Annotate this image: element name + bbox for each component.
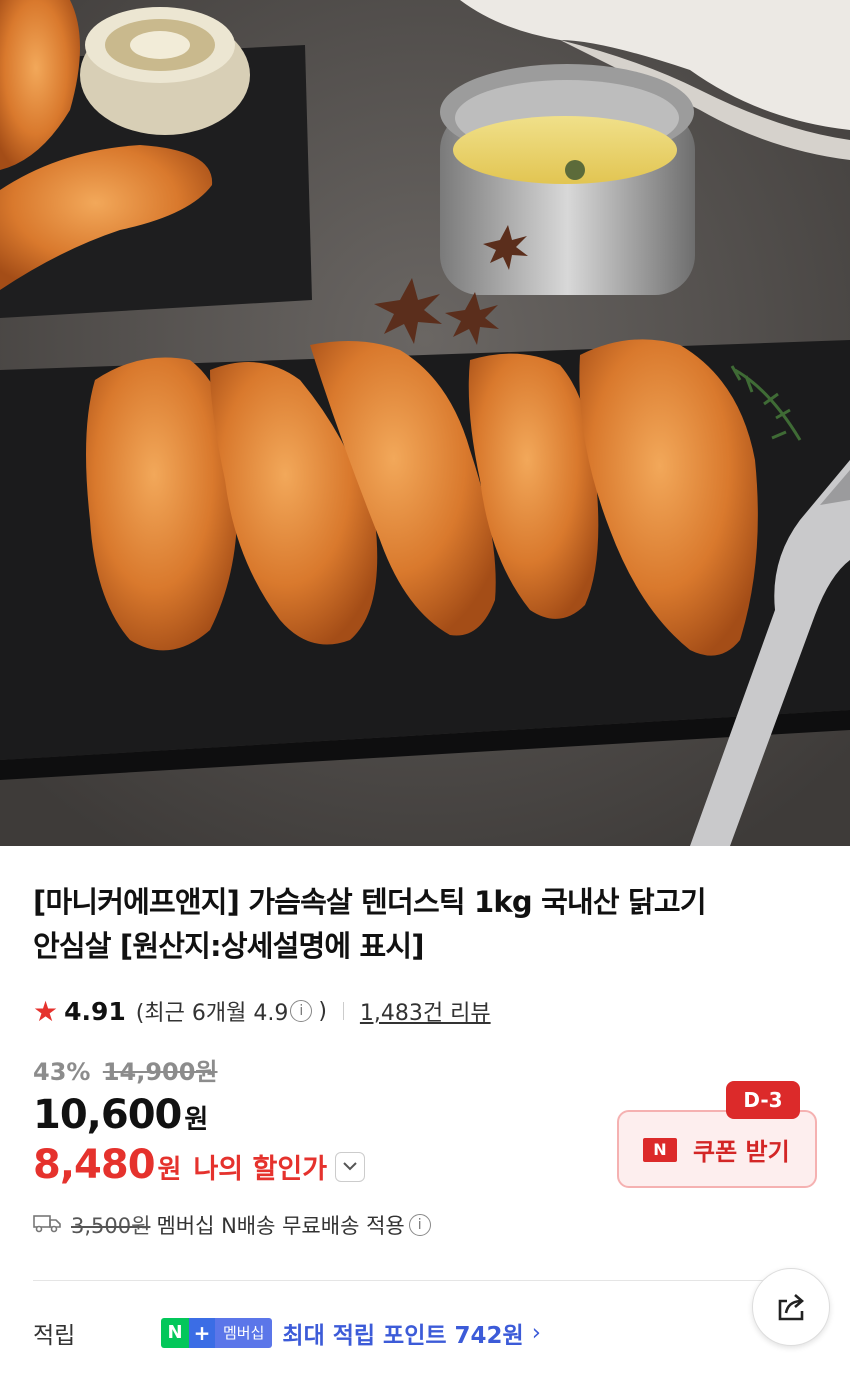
info-icon[interactable]: i (408, 1214, 431, 1236)
shipping-text: 멤버십 N배송 무료배송 적용 (156, 1214, 405, 1238)
rating-score: 4.91 (64, 996, 126, 1026)
shipping-row: 3,500원 멤버십 N배송 무료배송 적용 i (33, 1210, 431, 1240)
coupon-button[interactable]: N 쿠폰 받기 (617, 1110, 817, 1188)
membership-label: 멤버십 (215, 1318, 273, 1348)
rating-row: ★ 4.91 (최근 6개월 4.9 i ) 1,483건 리뷰 (33, 993, 491, 1029)
sale-price: 10,600 (33, 1092, 182, 1138)
points-label: 적립 (33, 1323, 76, 1349)
rating-recent: (최근 6개월 4.9 (135, 1001, 289, 1026)
info-icon[interactable]: i (290, 1000, 313, 1022)
original-price: 14,900원 (102, 1058, 218, 1086)
sale-price-unit: 원 (184, 1105, 209, 1135)
naver-n-icon: N (643, 1138, 677, 1162)
divider (342, 1002, 344, 1020)
share-icon (778, 1294, 804, 1321)
naver-n-icon: N (161, 1318, 189, 1348)
price-row: 10,600 원 (33, 1092, 208, 1138)
discount-percent: 43% (33, 1058, 91, 1086)
max-points-text: 최대 적립 포인트 742원 (282, 1323, 524, 1349)
section-divider (33, 1280, 793, 1281)
product-image[interactable] (0, 0, 850, 846)
review-count-link[interactable]: 1,483건 리뷰 (360, 995, 491, 1027)
product-title-line-1: [마니커에프앤지] 가슴속살 텐더스틱 1kg 국내산 닭고기 (33, 885, 707, 919)
my-price-row[interactable]: 8,480 원 나의 할인가 (33, 1142, 366, 1188)
rating-recent-close: ) (318, 998, 327, 1024)
share-button[interactable] (752, 1268, 830, 1346)
chevron-right-icon: › (531, 1320, 541, 1346)
my-price-unit: 원 (157, 1155, 182, 1185)
shipping-fee: 3,500원 (71, 1214, 151, 1238)
truck-icon (33, 1213, 61, 1238)
naver-plus-membership-badge: N + 멤버십 (161, 1318, 273, 1348)
my-price-label: 나의 할인가 (193, 1154, 328, 1185)
star-icon: ★ (33, 994, 59, 1028)
coupon-label: 쿠폰 받기 (693, 1138, 790, 1166)
points-row[interactable]: 적립 N + 멤버십 최대 적립 포인트 742원 › (33, 1316, 541, 1350)
discount-row: 43% 14,900원 (33, 1052, 218, 1087)
plus-icon: + (189, 1318, 215, 1348)
product-title-line-2: 안심살 [원산지:상세설명에 표시] (33, 929, 425, 963)
product-title: [마니커에프앤지] 가슴속살 텐더스틱 1kg 국내산 닭고기 안심살 [원산지… (33, 880, 793, 968)
chevron-down-icon[interactable] (335, 1152, 366, 1182)
my-price: 8,480 (33, 1142, 156, 1188)
coupon-dday-badge: D-3 (726, 1081, 800, 1119)
